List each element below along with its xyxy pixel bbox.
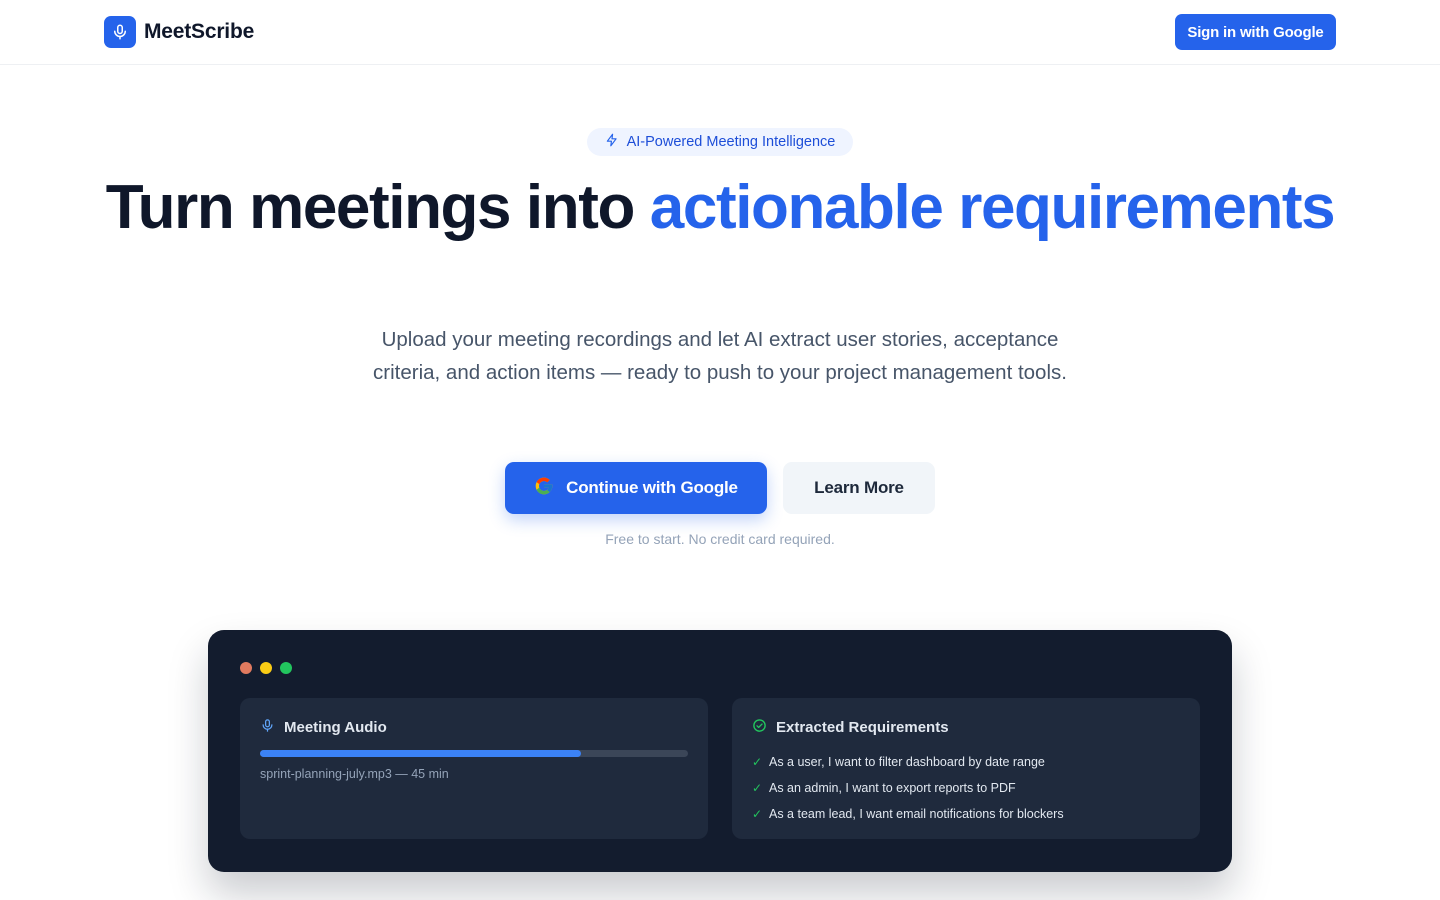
audio-progress-bar (260, 750, 688, 757)
check-circle-icon (752, 718, 767, 737)
requirements-header: Extracted Requirements (752, 718, 949, 737)
requirement-text: As an admin, I want to export reports to… (769, 781, 1016, 795)
requirements-list: ✓ As a user, I want to filter dashboard … (752, 749, 1064, 827)
window-dot-yellow (260, 662, 272, 674)
checkmark-icon: ✓ (752, 807, 763, 821)
top-nav: MeetScribe Sign in with Google (0, 0, 1440, 65)
meeting-audio-header: Meeting Audio (260, 718, 387, 737)
requirements-title: Extracted Requirements (776, 719, 949, 736)
meeting-audio-title: Meeting Audio (284, 719, 387, 736)
fineprint: Free to start. No credit card required. (605, 531, 835, 547)
window-dot-red (240, 662, 252, 674)
brand-name: MeetScribe (144, 20, 255, 43)
hero-headline: Turn meetings into actionable requiremen… (0, 177, 1440, 239)
google-icon (534, 476, 554, 501)
audio-progress-fill (260, 750, 581, 757)
checkmark-icon: ✓ (752, 781, 763, 795)
requirement-text: As a user, I want to filter dashboard by… (769, 755, 1045, 769)
feature-badge: AI-Powered Meeting Intelligence (587, 128, 853, 156)
audio-file-info: sprint-planning-july.mp3 — 45 min (260, 767, 449, 781)
microphone-icon (260, 718, 275, 737)
window-controls (240, 662, 292, 674)
requirement-text: As a team lead, I want email notificatio… (769, 807, 1064, 821)
requirement-item: ✓ As an admin, I want to export reports … (752, 775, 1064, 801)
requirement-item: ✓ As a user, I want to filter dashboard … (752, 749, 1064, 775)
continue-with-google-label: Continue with Google (566, 478, 738, 497)
extracted-requirements-card: Extracted Requirements ✓ As a user, I wa… (732, 698, 1200, 839)
app-preview-window: Meeting Audio sprint-planning-july.mp3 —… (208, 630, 1232, 872)
feature-badge-label: AI-Powered Meeting Intelligence (626, 134, 836, 150)
microphone-icon (104, 16, 136, 48)
headline-accent: actionable requirements (649, 173, 1336, 242)
sign-in-google-button[interactable]: Sign in with Google (1175, 14, 1336, 50)
learn-more-button[interactable]: Learn More (783, 462, 935, 514)
brand[interactable]: MeetScribe (104, 16, 254, 48)
meeting-audio-card: Meeting Audio sprint-planning-july.mp3 —… (240, 698, 708, 839)
lightning-icon (605, 133, 619, 152)
hero-subtext: Upload your meeting recordings and let A… (373, 328, 1067, 384)
headline-main: Turn meetings into (105, 173, 650, 242)
continue-with-google-button[interactable]: Continue with Google (505, 462, 767, 514)
window-dot-green (280, 662, 292, 674)
requirement-item: ✓ As a team lead, I want email notificat… (752, 801, 1064, 827)
checkmark-icon: ✓ (752, 755, 763, 769)
